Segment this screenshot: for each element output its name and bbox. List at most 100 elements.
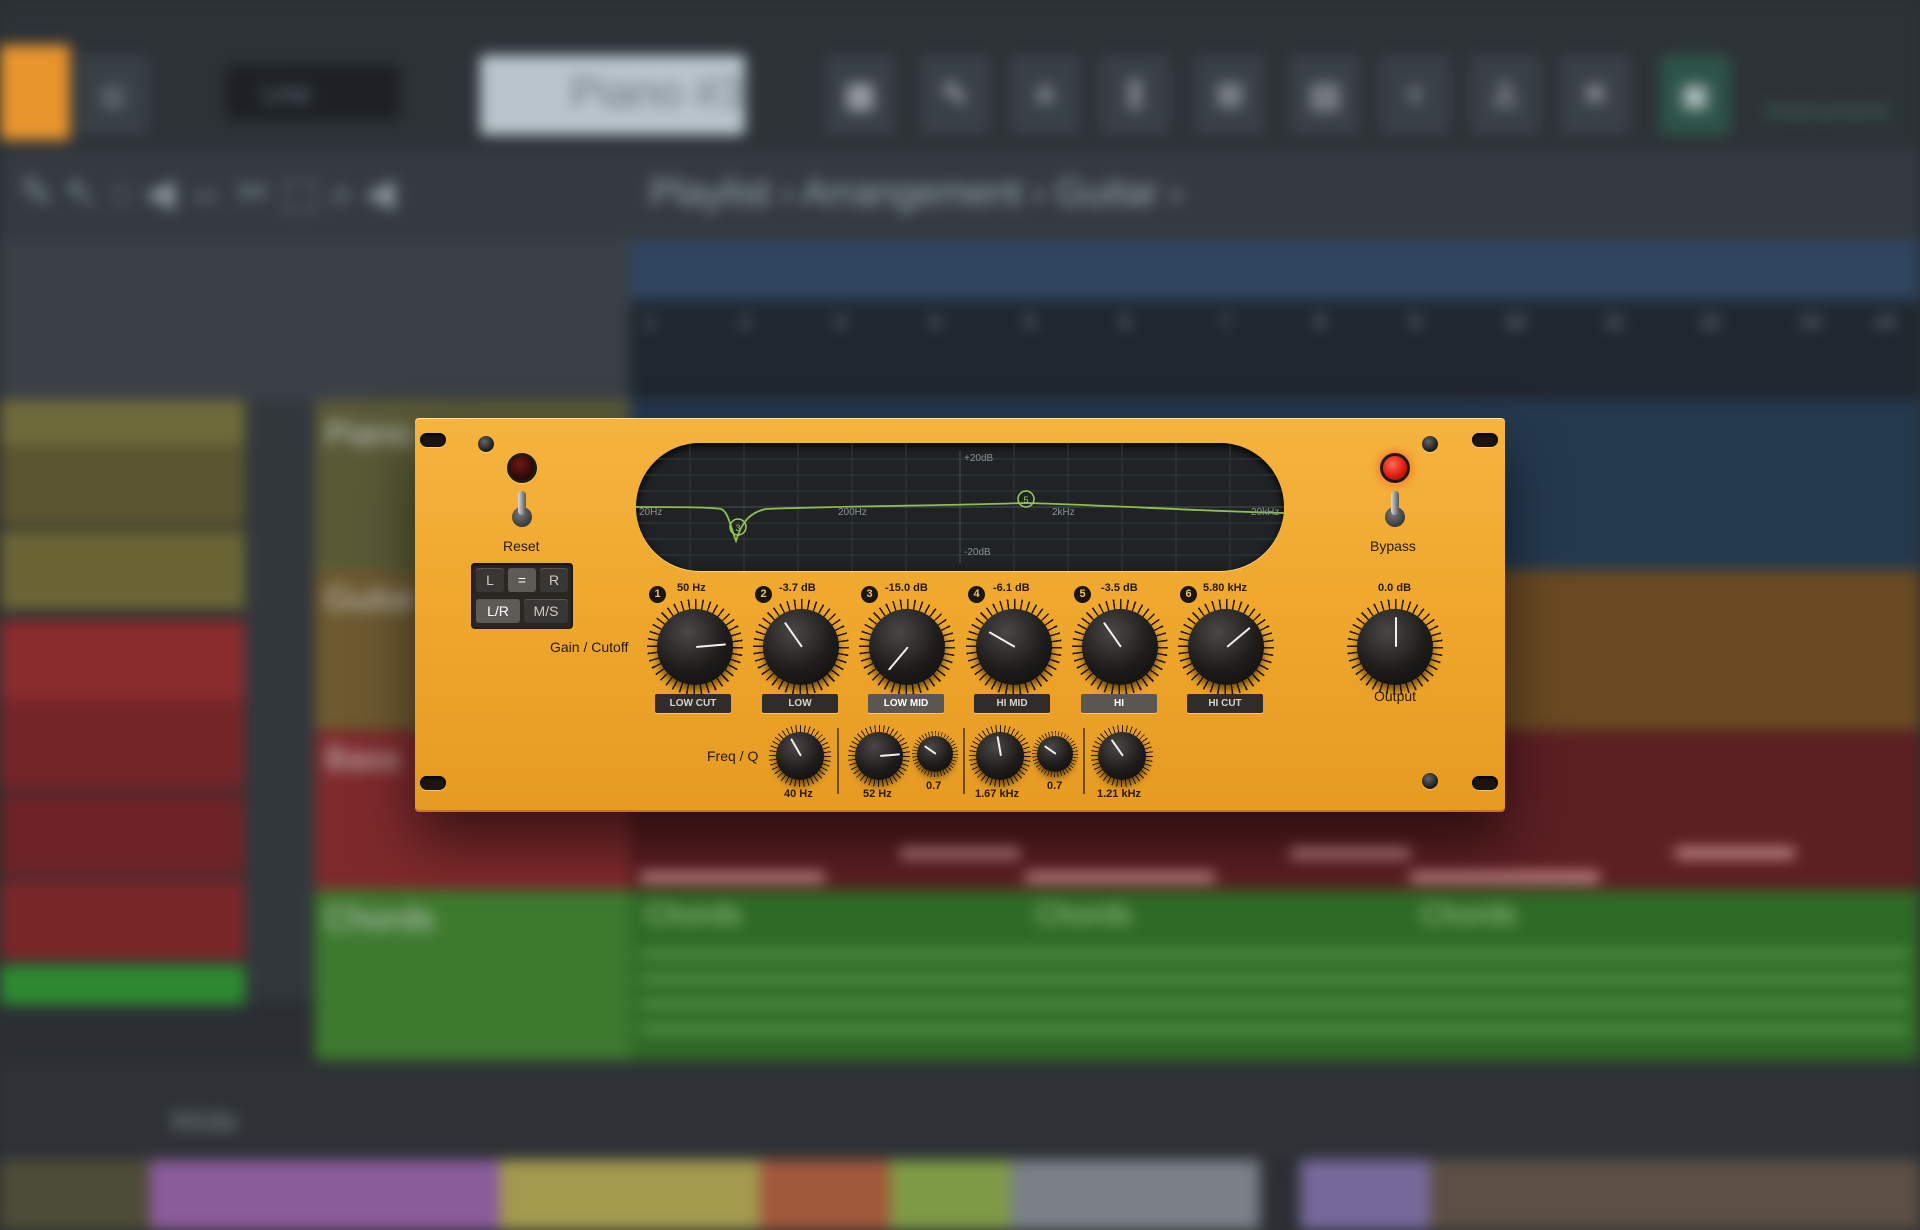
ruler-10: 10 bbox=[1505, 312, 1526, 332]
track-guitar[interactable]: Guitar bbox=[325, 580, 418, 619]
eq-plugin-window: Reset Bypass L = R L/R M/S Gain / Cutoff… bbox=[415, 418, 1505, 812]
ruler-6: 6 bbox=[1120, 312, 1131, 332]
db-top-label: +20dB bbox=[964, 453, 994, 464]
band-1-type-button[interactable]: LOW CUT bbox=[655, 694, 731, 713]
band-4-q-knob[interactable] bbox=[1032, 731, 1078, 777]
toolbar-window-icon[interactable]: ▣ bbox=[1660, 55, 1730, 135]
band-4-gain-knob[interactable] bbox=[966, 599, 1062, 695]
band-3-freq-knob[interactable] bbox=[848, 725, 910, 787]
divider bbox=[1083, 728, 1085, 794]
channel-right-button[interactable]: R bbox=[540, 568, 568, 592]
toolbar-stop-icon[interactable]: ✕ bbox=[1560, 55, 1630, 135]
band-6-type-button[interactable]: HI CUT bbox=[1187, 694, 1263, 713]
bottom-label[interactable]: Wide bbox=[170, 1105, 238, 1139]
band-1-gain-knob[interactable] bbox=[647, 599, 743, 695]
toolbar-piano-roll-icon[interactable]: ▦ bbox=[825, 55, 895, 135]
output-knob[interactable] bbox=[1347, 599, 1443, 695]
band-6-number: 6 bbox=[1180, 586, 1197, 603]
band-3-value: -15.0 dB bbox=[885, 582, 928, 594]
toolbar-edit-icon[interactable]: ✎ bbox=[920, 55, 990, 135]
band-4-freq-value: 1.67 kHz bbox=[975, 788, 1020, 800]
divider bbox=[837, 728, 839, 794]
band-3-gain-knob[interactable] bbox=[859, 599, 955, 695]
freq-label-200hz: 200Hz bbox=[838, 507, 867, 518]
band-5-freq-knob[interactable] bbox=[1091, 725, 1153, 787]
ruler-7: 7 bbox=[1220, 312, 1231, 332]
ruler-14: 14 bbox=[1875, 312, 1896, 332]
band-1-freq-knob[interactable] bbox=[769, 725, 831, 787]
toolbar-grid-icon[interactable]: ≡ bbox=[1010, 55, 1080, 135]
ruler-4: 4 bbox=[930, 312, 941, 332]
ruler-1: 1 bbox=[645, 312, 656, 332]
breadcrumb[interactable]: Playlist › Arrangement › Guitar › bbox=[650, 172, 1182, 215]
bypass-toggle[interactable] bbox=[1384, 491, 1406, 527]
ruler-9: 9 bbox=[1410, 312, 1421, 332]
eq-node-5-label: 5 bbox=[1023, 495, 1028, 505]
ruler-12: 12 bbox=[1700, 312, 1721, 332]
db-bottom-label: -20dB bbox=[964, 547, 991, 558]
output-label: Output bbox=[1374, 688, 1417, 704]
screw-icon bbox=[1422, 436, 1438, 452]
clip-chords-2[interactable]: Chords bbox=[1035, 898, 1132, 932]
reset-label: Reset bbox=[503, 538, 540, 554]
channel-ms-button[interactable]: M/S bbox=[524, 599, 568, 623]
band-4-type-button[interactable]: HI MID bbox=[974, 694, 1050, 713]
screw-icon bbox=[478, 436, 494, 452]
rack-slot bbox=[420, 776, 446, 790]
band-3-q-value: 0.7 bbox=[926, 780, 942, 792]
toolbar-tree-icon[interactable]: ⊞ bbox=[1195, 55, 1265, 135]
band-3-freq-value: 52 Hz bbox=[863, 788, 892, 800]
track-bass[interactable]: Bass bbox=[325, 740, 401, 779]
rack-slot bbox=[1472, 776, 1498, 790]
freq-label-20khz: 20kHz bbox=[1251, 507, 1279, 518]
bypass-label: Bypass bbox=[1370, 538, 1416, 554]
toolbar-plug-icon[interactable]: ♆ bbox=[1380, 55, 1450, 135]
band-4-number: 4 bbox=[968, 586, 985, 603]
band-3-number: 3 bbox=[861, 586, 878, 603]
band-2-gain-knob[interactable] bbox=[753, 599, 849, 695]
clip-chords-1[interactable]: Chords bbox=[645, 898, 742, 932]
line-label[interactable]: Line bbox=[262, 78, 311, 109]
freq-q-label: Freq / Q bbox=[707, 748, 759, 764]
band-3-q-knob[interactable] bbox=[912, 731, 958, 777]
toolbar-mixer-icon[interactable]: ⫼ bbox=[1100, 55, 1170, 135]
ruler-11: 11 bbox=[1605, 312, 1624, 332]
screw-icon bbox=[1422, 773, 1438, 789]
toolbar-file-icon[interactable]: ▤ bbox=[1290, 55, 1360, 135]
channel-link-button[interactable]: = bbox=[508, 568, 536, 592]
track-chords[interactable]: Chords bbox=[325, 900, 435, 939]
band-1-freq-value: 40 Hz bbox=[784, 788, 813, 800]
eq-curve-display[interactable]: 3 5 +20dB -20dB 20Hz 200Hz 2kHz 20kHz bbox=[636, 443, 1284, 571]
band-5-type-button[interactable]: HI bbox=[1081, 694, 1157, 713]
reset-toggle[interactable] bbox=[511, 491, 533, 527]
divider bbox=[963, 728, 965, 794]
clip-chords-3[interactable]: Chords bbox=[1420, 898, 1517, 932]
preset-name[interactable]: Piano #3 bbox=[570, 68, 744, 118]
band-6-gain-knob[interactable] bbox=[1178, 599, 1274, 695]
top-right-label: Instrument bbox=[1765, 95, 1888, 125]
channel-left-button[interactable]: L bbox=[476, 568, 504, 592]
band-5-number: 5 bbox=[1074, 586, 1091, 603]
ruler-5: 5 bbox=[1025, 312, 1036, 332]
freq-label-2khz: 2kHz bbox=[1052, 507, 1075, 518]
bypass-led bbox=[1380, 453, 1410, 483]
eq-node-3-label: 3 bbox=[735, 523, 740, 533]
rack-slot bbox=[1472, 433, 1498, 447]
toolbar-user-icon[interactable]: ☺ bbox=[78, 55, 148, 135]
band-5-gain-knob[interactable] bbox=[1072, 599, 1168, 695]
track-piano[interactable]: Piano bbox=[325, 415, 412, 454]
rack-slot bbox=[420, 433, 446, 447]
band-2-number: 2 bbox=[755, 586, 772, 603]
band-3-type-button[interactable]: LOW MID bbox=[868, 694, 944, 713]
band-1-value: 50 Hz bbox=[677, 582, 706, 594]
band-6-value: 5.80 kHz bbox=[1203, 582, 1248, 594]
band-2-type-button[interactable]: LOW bbox=[762, 694, 838, 713]
output-value: 0.0 dB bbox=[1378, 582, 1412, 594]
tool-icons[interactable]: ✎ ↖ ◌ ◀ ⇔ ✂ ⬚ ⌕ ◀ bbox=[20, 170, 395, 216]
channel-lr-button[interactable]: L/R bbox=[476, 599, 520, 623]
reset-led bbox=[507, 453, 537, 483]
freq-label-20hz: 20Hz bbox=[639, 507, 662, 518]
toolbar-person-icon[interactable]: ♙ bbox=[1470, 55, 1540, 135]
band-4-freq-knob[interactable] bbox=[969, 725, 1031, 787]
band-2-value: -3.7 dB bbox=[779, 582, 816, 594]
